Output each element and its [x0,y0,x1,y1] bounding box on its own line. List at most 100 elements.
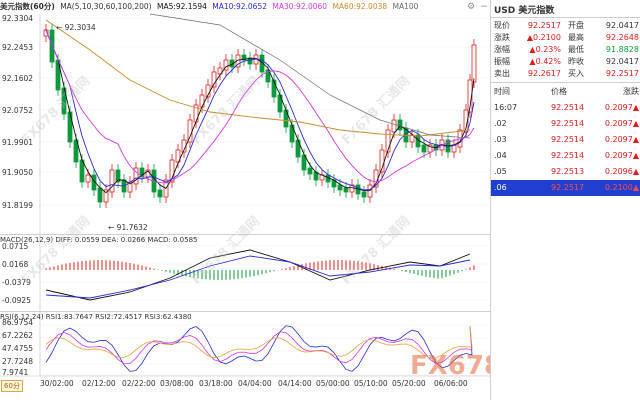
quote-panel: USD 美元指数 现价 92.2517 开盘 92.0417 涨跌 ▲0.2100 最高 92… [490,0,640,400]
tick-row[interactable]: .06 92.2517 0.2100▲ [491,180,640,196]
date-axis-label: 02/12:00 [82,379,116,388]
quote-value: ▲0.23% [529,45,561,54]
candle-body [391,119,397,133]
quote-value: 92.2517 [605,69,639,78]
tick-change: 0.2096▲ [604,167,639,176]
macd-axis-label: -0.0379 [2,278,31,287]
rsi-axis-label: 7.9741 [2,368,28,377]
quote-row: 卖出 92.2617 买入 92.2517 [491,68,640,80]
panel-title: USD 美元指数 [494,6,555,16]
candle-body [85,174,91,183]
quote-value: 92.2648 [605,33,639,42]
chart-area[interactable]: 美元指数(60分) MA(5,10,30,60,100,200) MA5:92.… [0,0,580,400]
ma30-line [45,29,475,184]
quote-value: 92.2617 [527,69,561,78]
tick-price: 92.2514 [551,119,585,128]
quote-label: 买入 [568,69,584,78]
ticks-header-price: 价格 [551,87,567,96]
tick-change: 0.2097▲ [604,151,639,160]
divider [491,17,640,18]
tick-price: 92.2514 [551,103,585,112]
date-axis-label: 03/18:00 [199,379,233,388]
tick-row[interactable]: 16:07 92.2514 0.2097▲ [491,100,640,116]
tick-row[interactable]: .03 92.2514 0.2097▲ [491,132,640,148]
quote-row: 振幅 ▲0.42% 昨收 92.0417 [491,56,640,68]
rsi-axis-label: 27.7248 [2,357,33,366]
tick-time: .03 [494,135,507,144]
macd-axis-label: 0.0168 [2,260,28,269]
tick-row[interactable]: .04 92.2514 0.2097▲ [491,148,640,164]
quote-label: 昨收 [568,57,584,66]
date-axis-label: 02/22:00 [122,379,156,388]
candle-body [337,184,343,191]
candle-body [471,44,477,83]
rsi-label: RSI(6,12,24) RSI1:83.7647 RSI2:72.4517 R… [0,313,192,321]
tick-change: 0.2097▲ [604,119,639,128]
rsi3-line [45,325,473,359]
tick-row[interactable]: .05 92.2513 0.2096▲ [491,164,640,180]
quote-label: 最低 [568,45,584,54]
price-axis-label: 91.9050 [2,168,33,177]
quote-label: 振幅 [494,57,510,66]
date-axis-label: 05/10:00 [354,379,388,388]
gear-icon[interactable]: ⚙ [467,2,475,12]
tick-price: 92.2513 [551,167,585,176]
candle-body [157,189,163,198]
candle-body [199,94,205,108]
macd-label: MACD(26,12,9) DIFF: 0.0559 DEA: 0.0266 M… [0,236,198,244]
tick-price: 92.2514 [551,151,585,160]
period-button[interactable]: 60分 [1,380,23,392]
quote-label: 涨幅 [494,45,510,54]
candle-body [397,119,403,131]
price-low-marker: ← 91.7632 [108,223,148,232]
price-axis-label: 92.1602 [2,74,33,83]
quote-value: 92.0417 [605,21,639,30]
price-axis-label: 92.3304 [2,14,33,23]
date-axis-label: 04/14:00 [278,379,312,388]
tick-price: 92.2517 [551,183,585,192]
ticks-header-change: 涨跌 [623,87,639,96]
tick-time: .05 [494,167,507,176]
panel-divider-macd [0,234,490,235]
price-axis-label: 91.8199 [2,201,33,210]
tick-time: .06 [494,183,507,192]
quote-label: 最高 [568,33,584,42]
price-axis-label: 91.9901 [2,138,33,147]
tick-change: 0.2097▲ [604,135,639,144]
quote-value: ▲0.2100 [526,33,561,42]
tick-time: 16:07 [494,103,518,112]
ticks-header-time: 时间 [494,87,510,96]
price-high-marker: ← 92.3034 [56,23,96,32]
tick-price: 92.2514 [551,135,585,144]
candle-body [421,144,427,153]
rsi1-line [45,325,473,372]
candle-body [67,111,73,143]
minimize-icon[interactable]: − [480,2,488,12]
panel-divider-rsi [0,311,490,312]
quote-row: 现价 92.2517 开盘 92.0417 [491,20,640,32]
date-axis-label: 30/02:00 [40,379,74,388]
tick-change: 0.2097▲ [604,103,639,112]
price-chart[interactable]: 92.3304 92.2453 92.1602 92.0752 91.9901 91.90… [0,0,490,400]
tick-row[interactable]: .02 92.2514 0.2097▲ [491,116,640,132]
date-axis-label: 05/00:00 [316,379,350,388]
quote-value: ▲0.42% [529,57,561,66]
candle-body [343,187,349,193]
quote-row: 涨跌 ▲0.2100 最高 92.2648 [491,32,640,44]
quote-value: 92.2517 [527,21,561,30]
candle-body [307,167,313,175]
ticks-header: 时间 价格 涨跌 [491,84,640,100]
rsi-axis-label: 47.4755 [2,344,33,353]
candle-body [361,191,367,198]
rsi-axis-label: 67.2262 [2,331,33,340]
macd-axis-label: -0.0925 [2,296,31,305]
divider [491,82,640,83]
quote-value: 91.8828 [605,45,639,54]
date-axis-label: 04/04:00 [238,379,272,388]
quote-label: 涨跌 [494,33,510,42]
ma5-line [45,29,475,194]
tick-time: .04 [494,151,507,160]
price-axis-label: 92.2453 [2,43,33,52]
candle-body [97,187,103,203]
tick-time: .02 [494,119,507,128]
